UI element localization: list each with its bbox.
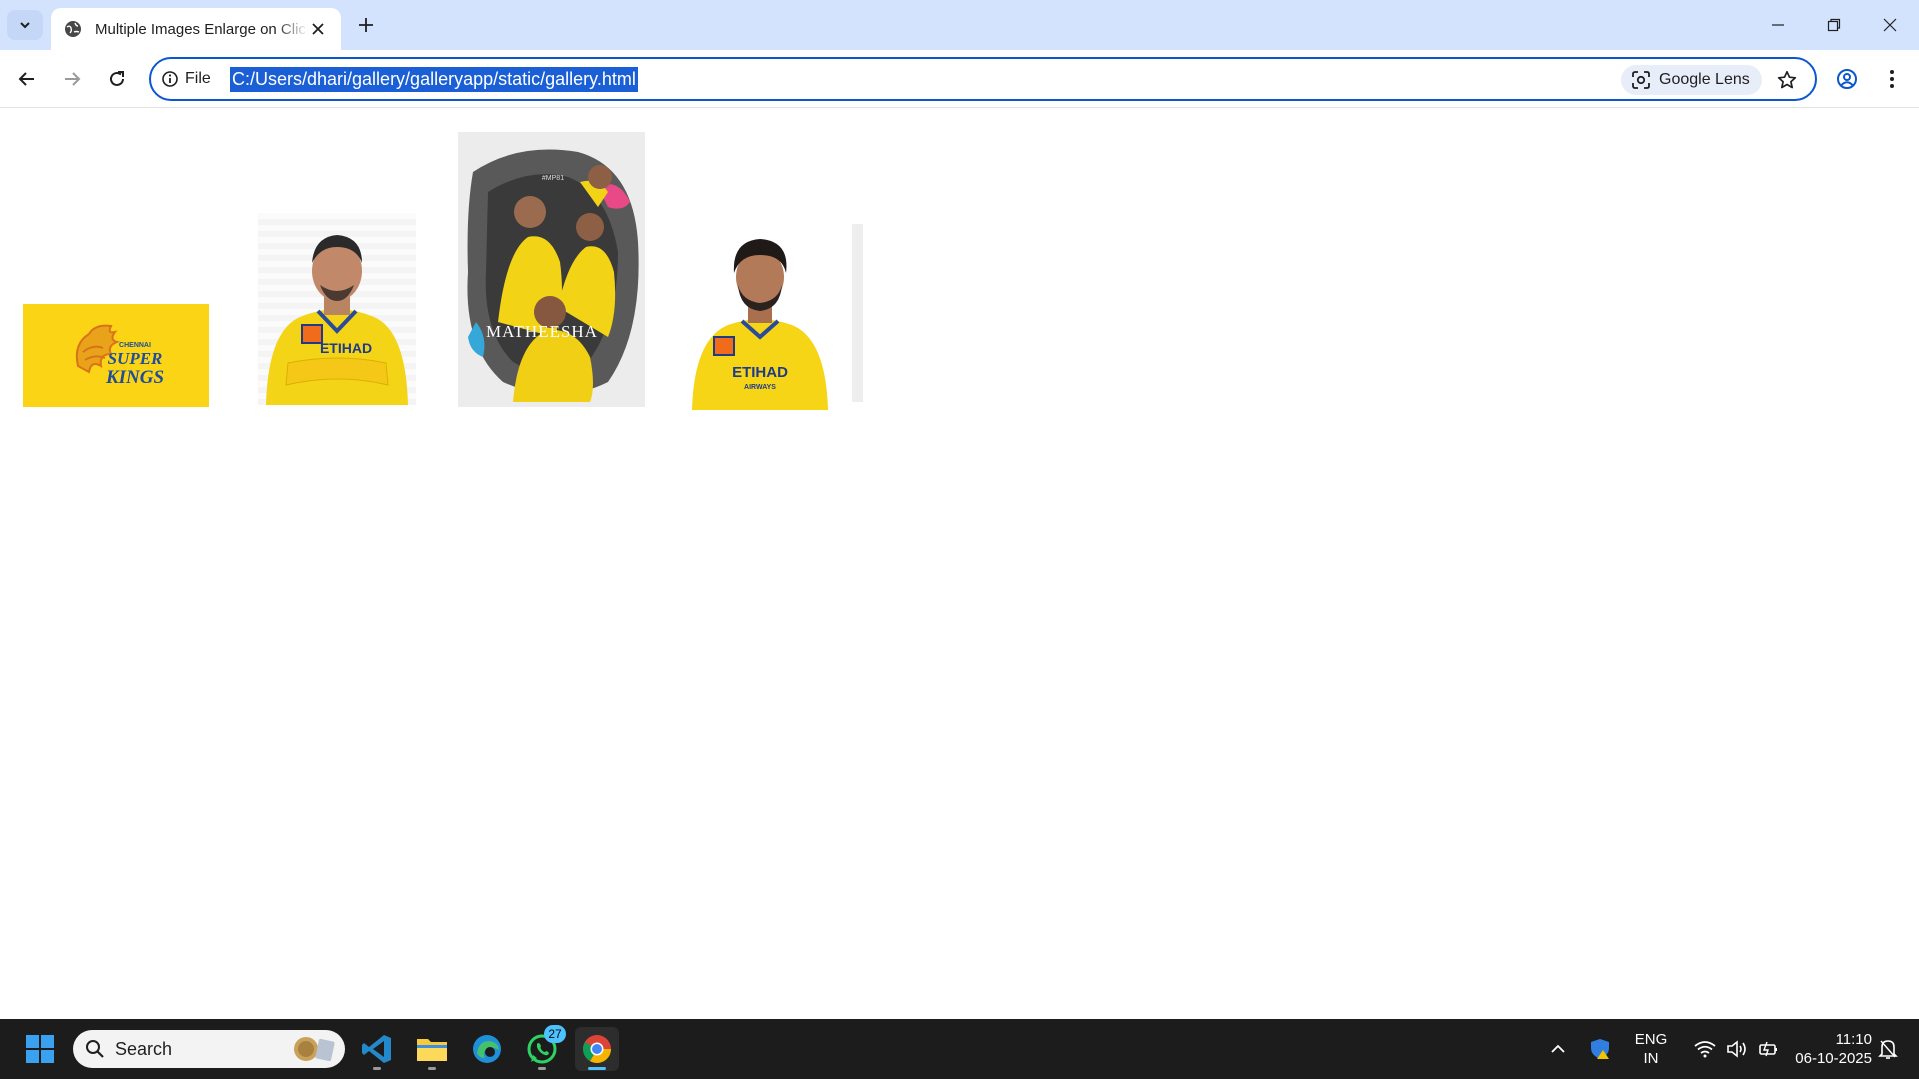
plus-icon (359, 18, 373, 32)
svg-text:KINGS: KINGS (105, 367, 164, 388)
chevron-up-icon (1551, 1044, 1565, 1053)
svg-text:AIRWAYS: AIRWAYS (744, 384, 776, 391)
wifi-icon (1694, 1041, 1716, 1058)
tab-active[interactable]: Multiple Images Enlarge on Click (51, 8, 341, 50)
close-window-button[interactable] (1862, 0, 1918, 50)
show-hidden-icons-button[interactable] (1540, 1027, 1576, 1071)
language-line-1: ENG (1634, 1031, 1668, 1048)
quick-settings-button[interactable] (1682, 1027, 1792, 1071)
chrome-icon (583, 1035, 611, 1063)
notifications-button[interactable] (1870, 1027, 1906, 1071)
taskbar-whatsapp[interactable]: 27 (520, 1025, 566, 1071)
gallery: CHENNAI SUPER KINGS ETIHAD #MP81 MATHEES… (0, 109, 1919, 1019)
minimize-icon (1772, 24, 1784, 26)
globe-icon (65, 21, 81, 37)
reload-icon (110, 71, 124, 86)
svg-text:ETIHAD: ETIHAD (732, 364, 788, 381)
more-vert-icon (1890, 70, 1894, 88)
address-bar[interactable]: File C:/Users/dhari/gallery/galleryapp/s… (149, 57, 1817, 101)
reload-button[interactable] (100, 62, 134, 96)
language-indicator[interactable]: ENG IN (1628, 1030, 1674, 1068)
restore-icon (1827, 18, 1841, 32)
svg-text:MATHEESHA: MATHEESHA (486, 322, 598, 341)
start-button[interactable] (18, 1027, 62, 1071)
taskbar-vscode[interactable] (355, 1027, 399, 1071)
site-info-chip[interactable]: File (161, 67, 211, 91)
running-indicator (538, 1067, 546, 1070)
svg-text:CHENNAI: CHENNAI (119, 342, 151, 349)
star-icon (1777, 70, 1797, 89)
info-icon (162, 71, 178, 87)
bookmark-button[interactable] (1774, 67, 1800, 93)
tab-close-icon[interactable] (308, 18, 329, 40)
active-indicator (588, 1067, 606, 1070)
tab-title: Multiple Images Enlarge on Click (95, 20, 308, 38)
browser-toolbar: File C:/Users/dhari/gallery/galleryapp/s… (0, 50, 1919, 108)
gallery-image-player-portrait-2[interactable]: ETIHAD AIRWAYS (678, 229, 842, 410)
bell-icon (1878, 1040, 1898, 1059)
volume-icon (1727, 1040, 1746, 1058)
taskbar-file-explorer[interactable] (410, 1027, 454, 1071)
profile-icon (1837, 69, 1857, 89)
close-icon (1883, 18, 1897, 32)
browser-menu-button[interactable] (1875, 62, 1909, 96)
clock[interactable]: 11:10 06-10-2025 (1782, 1030, 1872, 1068)
google-lens-button[interactable]: Google Lens (1621, 65, 1762, 95)
clock-time: 11:10 (1835, 1031, 1872, 1048)
svg-text:SUPER: SUPER (108, 349, 163, 368)
gallery-image-csk-logo[interactable]: CHENNAI SUPER KINGS (23, 304, 209, 407)
running-indicator (428, 1067, 436, 1070)
windows-logo-icon (26, 1035, 54, 1063)
gallery-image-team-poster[interactable]: #MP81 MATHEESHA (458, 132, 645, 407)
arrow-right-icon (65, 72, 81, 86)
restore-button[interactable] (1806, 0, 1862, 50)
running-indicator (373, 1067, 381, 1070)
scheme-label: File (185, 70, 211, 87)
taskbar-search-placeholder: Search (115, 1038, 173, 1059)
taskbar-chrome[interactable] (575, 1027, 619, 1071)
clock-date: 06-10-2025 (1795, 1050, 1872, 1067)
tab-search-button[interactable] (7, 10, 43, 40)
back-button[interactable] (10, 62, 44, 96)
taskbar-edge[interactable] (465, 1027, 509, 1071)
vscode-icon (362, 1035, 391, 1063)
arrow-left-icon (18, 72, 34, 86)
gallery-image-partial[interactable] (852, 224, 863, 402)
lens-icon (1632, 71, 1650, 89)
new-tab-button[interactable] (353, 12, 379, 38)
shield-warning-icon (1591, 1039, 1609, 1059)
profile-button[interactable] (1830, 62, 1864, 96)
svg-text:#MP81: #MP81 (542, 175, 564, 182)
taskbar-search-box[interactable]: Search (73, 1030, 345, 1068)
url-text[interactable]: C:/Users/dhari/gallery/galleryapp/static… (230, 67, 638, 92)
search-highlight-icon (294, 1037, 335, 1062)
forward-button[interactable] (55, 62, 89, 96)
chevron-down-icon (20, 22, 30, 29)
edge-icon (473, 1035, 501, 1063)
gallery-image-player-portrait-1[interactable]: ETIHAD (258, 213, 416, 405)
tab-strip: Multiple Images Enlarge on Click (0, 0, 1919, 50)
language-line-2: IN (1643, 1050, 1659, 1067)
battery-charging-icon (1759, 1041, 1777, 1057)
windows-taskbar: Search 27 ENG IN 11:10 06-10-2025 (0, 1019, 1919, 1079)
security-tray-button[interactable] (1582, 1027, 1618, 1071)
svg-text:ETIHAD: ETIHAD (320, 340, 372, 356)
google-lens-label: Google Lens (1659, 71, 1750, 88)
minimize-button[interactable] (1750, 0, 1806, 50)
folder-icon (417, 1039, 447, 1061)
notification-badge: 27 (544, 1025, 566, 1043)
search-icon (86, 1040, 104, 1058)
